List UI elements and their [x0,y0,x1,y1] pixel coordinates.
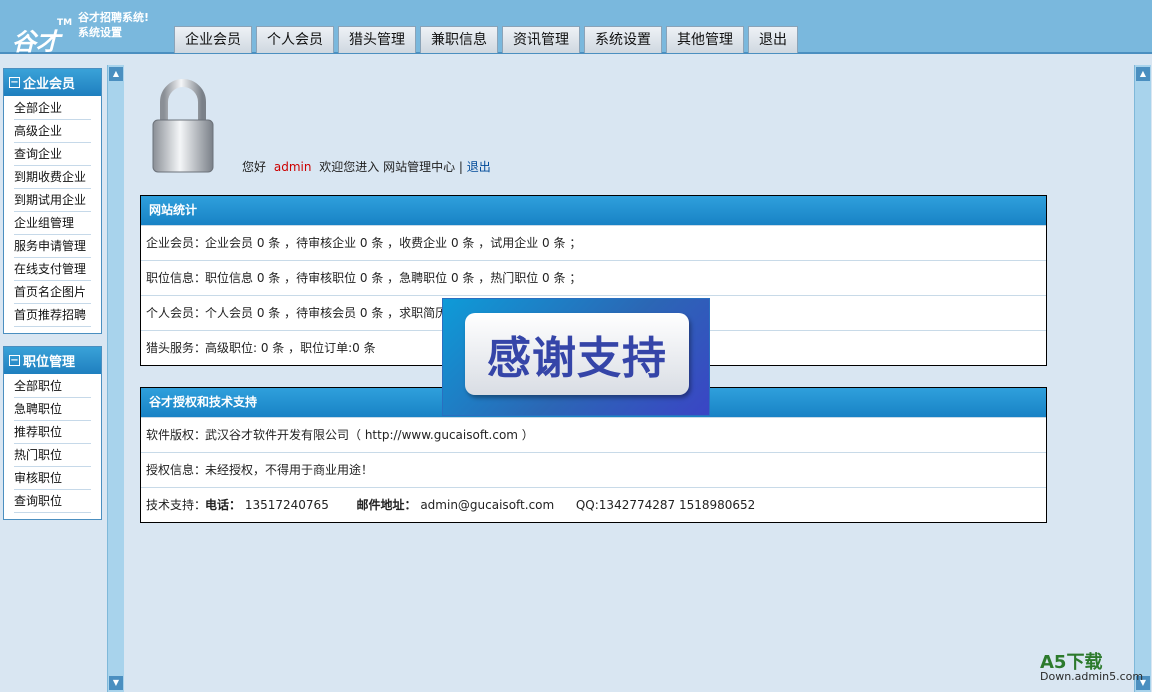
sidebar-item-expired-trial[interactable]: 到期试用企业 [14,189,91,212]
stats-label: 猎头服务： [146,341,207,355]
phone-number: 13517240765 [244,498,329,512]
stats-value: 企业会员 0 条 ，待审核企业 0 条 ，收费企业 0 条 ，试用企业 0 条 … [205,236,582,250]
sidebar-item-search-enterprises[interactable]: 查询企业 [14,143,91,166]
stats-row: 企业会员： 企业会员 0 条 ，待审核企业 0 条 ，收费企业 0 条 ，试用企… [141,225,1046,260]
menu-enterprise: − 企业会员 全部企业 高级企业 查询企业 到期收费企业 到期试用企业 企业组管… [3,68,102,334]
scroll-up-icon[interactable]: ▲ [1136,67,1150,81]
stats-label: 企业会员： [146,236,207,250]
collapse-icon[interactable]: − [9,77,20,88]
collapse-icon[interactable]: − [9,355,20,366]
welcome-text: 欢迎您进入 网站管理中心 | [319,160,463,174]
license-label: 软件版权： [146,428,207,442]
menu-jobs: − 职位管理 全部职位 急聘职位 推荐职位 热门职位 审核职位 查询职位 [3,346,102,520]
license-row: 技术支持： 电话： 13517240765 邮件地址： admin@gucais… [141,487,1046,522]
sidebar-item-urgent-jobs[interactable]: 急聘职位 [14,398,91,421]
tab-headhunter[interactable]: 猎头管理 [338,26,416,53]
menu-header-enterprise[interactable]: − 企业会员 [4,69,101,97]
welcome-message: 您好 admin 欢迎您进入 网站管理中心 | 退出 [242,158,491,175]
watermark-url: Down.admin5.com [1040,670,1144,683]
menu-header-jobs[interactable]: − 职位管理 [4,347,101,375]
license-value: 武汉谷才软件开发有限公司（ http://www.gucaisoft.com ） [205,428,534,442]
tab-system-settings[interactable]: 系统设置 [584,26,662,53]
welcome-username: admin [273,160,312,174]
license-row: 软件版权： 武汉谷才软件开发有限公司（ http://www.gucaisoft… [141,417,1046,452]
logo: 谷才 TM [4,8,74,56]
tab-other[interactable]: 其他管理 [666,26,744,53]
email-label: 邮件地址： [356,498,417,512]
welcome-hello: 您好 [242,160,267,174]
brand-title: 谷才招聘系统! 系统设置 [78,10,149,40]
sidebar-item-search-jobs[interactable]: 查询职位 [14,490,91,513]
sidebar-item-all-jobs[interactable]: 全部职位 [14,375,91,398]
sidebar-item-online-payments[interactable]: 在线支付管理 [14,258,91,281]
sidebar-item-service-requests[interactable]: 服务申请管理 [14,235,91,258]
tab-news[interactable]: 资讯管理 [502,26,580,53]
sidebar-item-expired-paid[interactable]: 到期收费企业 [14,166,91,189]
stats-label: 个人会员： [146,306,207,320]
watermark-title: A5下载 [1040,652,1103,673]
sidebar-item-recommended-jobs[interactable]: 推荐职位 [14,421,91,444]
email-address: admin@gucaisoft.com [420,498,555,512]
sidebar-item-review-jobs[interactable]: 审核职位 [14,467,91,490]
main-nav: 企业会员 个人会员 猎头管理 兼职信息 资讯管理 系统设置 其他管理 退出 [174,26,802,53]
logo-trademark: TM [57,18,73,28]
license-label: 授权信息： [146,463,207,477]
menu-title: 职位管理 [23,355,76,370]
support-value: 电话： 13517240765 邮件地址： admin@gucaisoft.co… [205,496,1046,513]
scroll-down-icon[interactable]: ▼ [109,676,123,690]
lock-icon [152,79,214,173]
license-value: 未经授权，不得用于商业用途！ [205,463,374,477]
top-header: 谷才 TM 谷才招聘系统! 系统设置 企业会员 个人会员 猎头管理 兼职信息 资… [0,0,1152,56]
right-scrollbar[interactable]: ▲ ▼ [1134,65,1151,692]
menu-title: 企业会员 [23,77,76,92]
sidebar-item-premium-enterprises[interactable]: 高级企业 [14,120,91,143]
license-row: 授权信息： 未经授权，不得用于商业用途！ [141,452,1046,487]
stats-label: 职位信息： [146,271,207,285]
tab-personal-members[interactable]: 个人会员 [256,26,334,53]
left-scrollbar[interactable]: ▲ ▼ [107,65,124,692]
tab-enterprise-members[interactable]: 企业会员 [174,26,252,53]
qq-numbers: QQ:1342774287 1518980652 [575,498,756,512]
brand-line-2: 系统设置 [78,26,122,39]
sidebar: − 企业会员 全部企业 高级企业 查询企业 到期收费企业 到期试用企业 企业组管… [0,56,106,692]
stats-row: 职位信息： 职位信息 0 条 ，待审核职位 0 条 ，急聘职位 0 条 ，热门职… [141,260,1046,295]
logo-text: 谷才 [12,27,60,56]
sidebar-item-enterprise-groups[interactable]: 企业组管理 [14,212,91,235]
thanks-popup-text: 感谢支持 [465,313,689,395]
panel-title: 网站统计 [141,196,1046,225]
phone-label: 电话： [205,498,242,512]
sidebar-item-all-enterprises[interactable]: 全部企业 [14,97,91,120]
license-label: 技术支持： [146,498,207,512]
welcome-logout-link[interactable]: 退出 [467,160,491,174]
tab-logout[interactable]: 退出 [748,26,798,53]
thanks-popup[interactable]: 感谢支持 [442,298,710,416]
brand-line-1: 谷才招聘系统! [78,11,150,24]
tab-part-time[interactable]: 兼职信息 [420,26,498,53]
scroll-up-icon[interactable]: ▲ [109,67,123,81]
watermark: A5下载 Down.admin5.com [1040,652,1144,684]
sidebar-item-hot-jobs[interactable]: 热门职位 [14,444,91,467]
sidebar-item-home-logos[interactable]: 首页名企图片 [14,281,91,304]
stats-value: 职位信息 0 条 ，待审核职位 0 条 ，急聘职位 0 条 ，热门职位 0 条 … [205,271,582,285]
sidebar-item-home-featured[interactable]: 首页推荐招聘 [14,304,91,327]
